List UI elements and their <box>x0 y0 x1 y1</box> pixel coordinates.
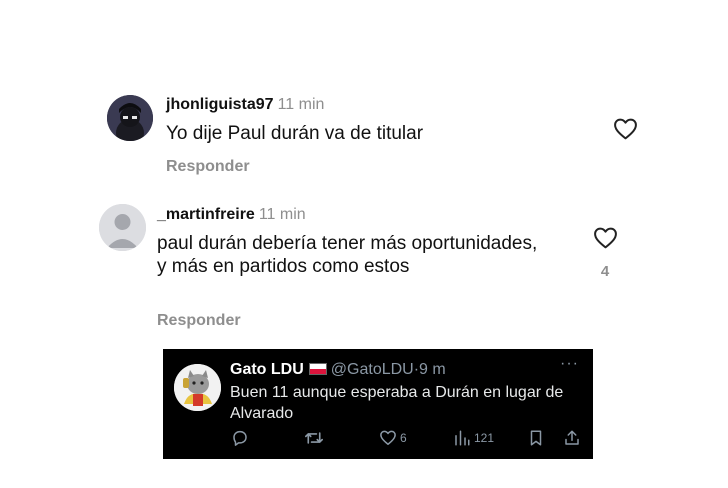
reply-button[interactable]: Responder <box>157 312 241 330</box>
bookmark-action[interactable] <box>528 429 544 447</box>
reply-action[interactable] <box>231 429 252 447</box>
comment-text: Yo dije Paul durán va de titular <box>166 123 424 144</box>
views-icon <box>455 430 470 446</box>
user-avatar[interactable] <box>99 204 146 251</box>
retweet-icon <box>305 432 323 444</box>
username[interactable]: jhonliguista97 <box>166 96 274 113</box>
comment-time: 11 min <box>258 206 306 223</box>
like-icon <box>380 430 396 445</box>
tweet-actions: 6 121 <box>163 429 593 451</box>
like-count: 6 <box>400 430 407 445</box>
like-action[interactable]: 6 <box>379 429 407 446</box>
poland-flag-icon <box>308 363 327 375</box>
tweet-header: Gato LDU @GatoLDU·9 m <box>230 361 446 379</box>
username[interactable]: _martinfreire <box>157 206 255 223</box>
views-count: 121 <box>474 431 495 445</box>
retweet-action[interactable] <box>304 429 327 447</box>
views-action[interactable]: 121 <box>453 429 494 447</box>
user-avatar[interactable] <box>107 95 153 141</box>
share-icon <box>565 430 579 445</box>
more-options-icon[interactable]: ··· <box>560 355 579 373</box>
tweet-handle[interactable]: @GatoLDU <box>331 361 414 378</box>
tweet-author-name[interactable]: Gato LDU <box>230 361 304 378</box>
comment-time: 11 min <box>277 96 325 113</box>
tweet-text: Buen 11 aunque esperaba a Durán en lugar… <box>230 384 564 422</box>
comment-header: jhonliguista97 11 min <box>166 96 324 114</box>
comment-header: _martinfreire 11 min <box>157 206 306 224</box>
share-action[interactable] <box>563 429 581 447</box>
like-heart-icon[interactable] <box>593 226 618 254</box>
like-heart-icon[interactable] <box>613 117 638 145</box>
reply-button[interactable]: Responder <box>166 158 250 176</box>
tweet-time: 9 m <box>419 361 446 378</box>
reply-icon <box>233 430 247 446</box>
embedded-tweet: Gato LDU @GatoLDU·9 m ··· Buen 11 aunque … <box>163 349 593 459</box>
tweet-avatar[interactable] <box>174 364 221 411</box>
like-count: 4 <box>600 263 610 280</box>
bookmark-icon <box>530 430 542 446</box>
comment-text: paul durán debería tener más oportunidad… <box>157 233 538 277</box>
